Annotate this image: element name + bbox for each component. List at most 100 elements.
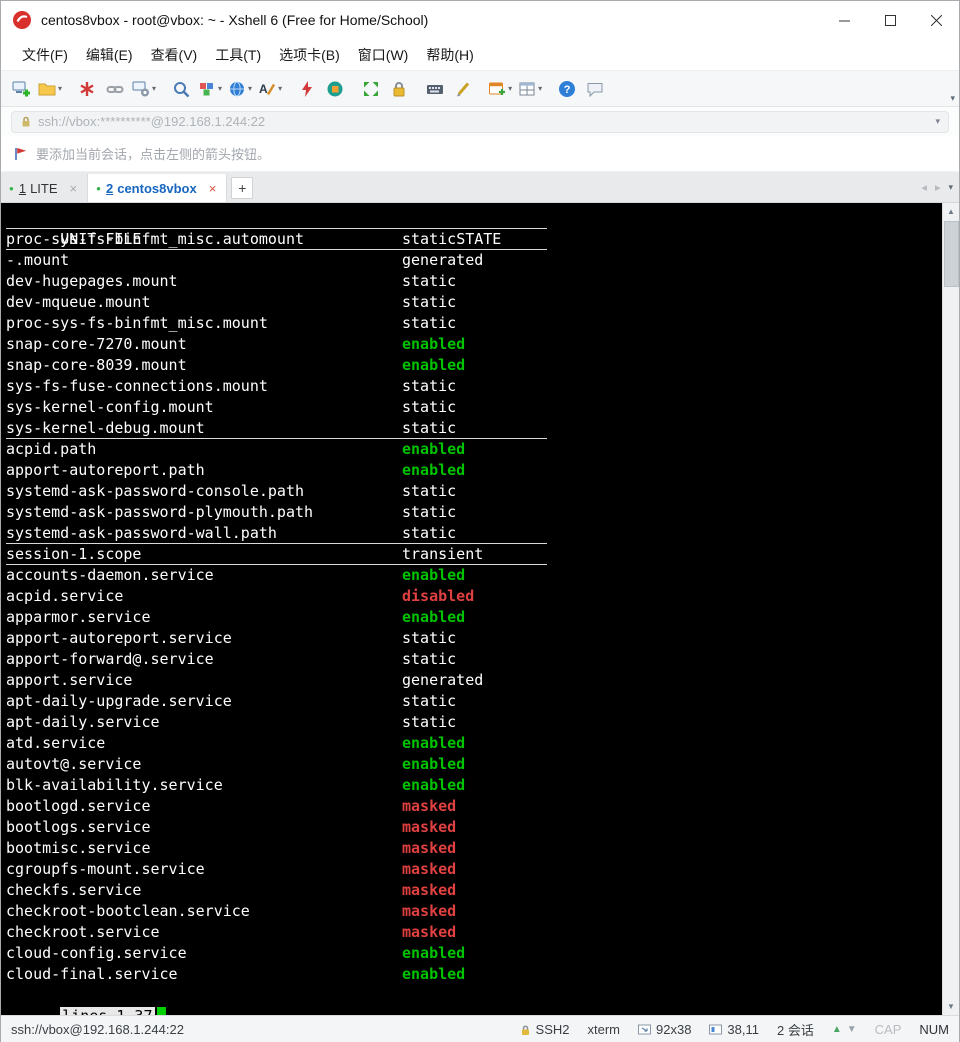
encoding-button[interactable]: ▾ <box>225 75 255 103</box>
quick-commands-button[interactable] <box>293 75 321 103</box>
unit-file-name: autovt@.service <box>6 754 402 775</box>
terminal-cursor <box>157 1007 166 1015</box>
terminal-row: bootlogd.servicemasked <box>6 796 547 817</box>
menu-window[interactable]: 窗口(W) <box>349 41 418 69</box>
session-properties-button[interactable]: ▾ <box>129 75 159 103</box>
unit-state: generated <box>402 671 483 689</box>
unit-file-name: apt-daily.service <box>6 712 402 733</box>
info-flag-icon <box>13 146 28 161</box>
tab-centos8vbox[interactable]: ● 2 centos8vbox × <box>88 174 227 202</box>
unit-file-name: cgroupfs-mount.service <box>6 859 402 880</box>
unit-state: masked <box>402 902 456 920</box>
unit-state: masked <box>402 818 456 836</box>
tab-lite[interactable]: ● 1 LITE × <box>1 174 88 202</box>
address-input[interactable] <box>38 114 935 129</box>
terminal-row: proc-sys-fs-binfmt_misc.mountstatic <box>6 313 547 334</box>
address-bar[interactable]: ▾ <box>11 111 949 133</box>
font-button[interactable]: A ▾ <box>255 75 285 103</box>
status-screen-size: 92x38 <box>638 1022 691 1037</box>
address-dropdown-icon[interactable]: ▾ <box>935 116 940 127</box>
caret-down-icon: ▾ <box>218 85 222 93</box>
terminal-row: systemd-ask-password-console.pathstatic <box>6 481 547 502</box>
tab-scroll-left-icon[interactable]: ◂ <box>921 181 927 194</box>
help-button[interactable]: ? <box>553 75 581 103</box>
info-bar: 要添加当前会话，点击左侧的箭头按钮。 <box>1 136 959 172</box>
minimize-button[interactable] <box>821 1 867 39</box>
tab-list-dropdown-icon[interactable]: ▾ <box>948 182 953 193</box>
scrollbar-down-icon[interactable]: ▼ <box>943 998 959 1015</box>
terminal-row: snap-core-7270.mountenabled <box>6 334 547 355</box>
unit-file-name: proc-sys-fs-binfmt_misc.automount <box>6 229 402 250</box>
menu-tabs[interactable]: 选项卡(B) <box>270 41 349 69</box>
unit-state: static <box>402 230 456 248</box>
unit-file-name: bootlogs.service <box>6 817 402 838</box>
new-tab-button[interactable]: + <box>231 177 253 199</box>
unit-file-name: checkroot-bootclean.service <box>6 901 402 922</box>
address-bar-row: ▾ <box>1 107 959 136</box>
terminal-row: apport-forward@.servicestatic <box>6 649 547 670</box>
unit-state: enabled <box>402 776 465 794</box>
unit-file-name: apport-forward@.service <box>6 649 402 670</box>
unit-file-name: dev-hugepages.mount <box>6 271 402 292</box>
scrollbar-up-icon[interactable]: ▲ <box>943 203 959 220</box>
close-button[interactable] <box>913 1 959 39</box>
tab-color-button[interactable]: ▾ <box>195 75 225 103</box>
arrow-down-icon[interactable]: ▼ <box>847 1024 857 1035</box>
menu-file[interactable]: 文件(F) <box>13 41 77 69</box>
cursor-position-icon <box>709 1024 722 1036</box>
terminal-row: cloud-config.serviceenabled <box>6 943 547 964</box>
unit-state: masked <box>402 860 456 878</box>
terminal-rows: proc-sys-fs-binfmt_misc.automountstatic-… <box>6 229 547 985</box>
window-controls <box>821 1 959 39</box>
tab-label: centos8vbox <box>117 181 196 196</box>
unit-file-name: accounts-daemon.service <box>6 565 402 586</box>
menu-view[interactable]: 查看(V) <box>142 41 207 69</box>
file-transfer-button[interactable] <box>321 75 349 103</box>
new-session-button[interactable] <box>7 75 35 103</box>
unit-state: static <box>402 503 456 521</box>
tab-close-icon[interactable]: × <box>68 181 80 196</box>
tab-scroll-right-icon[interactable]: ▸ <box>935 181 941 194</box>
status-terminal-type: xterm <box>588 1022 621 1037</box>
terminal-scrollbar[interactable]: ▲ ▼ <box>942 203 959 1015</box>
tab-number: 2 <box>106 181 113 196</box>
terminal[interactable]: UNIT FILESTATE proc-sys-fs-binfmt_misc.a… <box>1 203 959 1015</box>
red-asterisk-icon <box>78 80 96 98</box>
toolbar-overflow-icon[interactable]: ▾ <box>950 93 955 104</box>
lock-screen-button[interactable] <box>385 75 413 103</box>
menu-bar: 文件(F) 编辑(E) 查看(V) 工具(T) 选项卡(B) 窗口(W) 帮助(… <box>1 39 959 71</box>
info-bar-message: 要添加当前会话，点击左侧的箭头按钮。 <box>36 144 270 163</box>
tab-close-icon[interactable]: × <box>207 181 219 196</box>
tile-layout-button[interactable]: ▾ <box>515 75 545 103</box>
unit-file-name: atd.service <box>6 733 402 754</box>
feedback-button[interactable] <box>581 75 609 103</box>
virtual-keyboard-button[interactable] <box>421 75 449 103</box>
ssh-lock-icon <box>520 1024 531 1036</box>
terminal-row: sys-kernel-debug.mountstatic <box>6 418 547 439</box>
arrow-up-icon[interactable]: ▲ <box>832 1024 842 1035</box>
menu-tools[interactable]: 工具(T) <box>206 41 270 69</box>
menu-edit[interactable]: 编辑(E) <box>77 41 142 69</box>
session-manager-button[interactable] <box>73 75 101 103</box>
disconnect-button[interactable] <box>101 75 129 103</box>
unit-file-name: apport-autoreport.service <box>6 628 402 649</box>
unit-state: static <box>402 272 456 290</box>
open-session-button[interactable]: ▾ <box>35 75 65 103</box>
terminal-row: bootmisc.servicemasked <box>6 838 547 859</box>
session-connected-dot-icon: ● <box>9 184 14 193</box>
new-window-button[interactable]: ▾ <box>485 75 515 103</box>
unit-state: generated <box>402 251 483 269</box>
unit-file-name: snap-core-8039.mount <box>6 355 402 376</box>
scrollbar-thumb[interactable] <box>944 221 959 287</box>
highlight-button[interactable] <box>449 75 477 103</box>
terminal-output: UNIT FILESTATE proc-sys-fs-binfmt_misc.a… <box>1 208 547 1006</box>
keyboard-icon <box>426 80 444 98</box>
fullscreen-button[interactable] <box>357 75 385 103</box>
menu-help[interactable]: 帮助(H) <box>417 41 482 69</box>
find-button[interactable] <box>167 75 195 103</box>
unit-file-name: proc-sys-fs-binfmt_misc.mount <box>6 313 402 334</box>
terminal-row: sys-kernel-config.mountstatic <box>6 397 547 418</box>
globe-icon <box>228 80 246 98</box>
unit-file-name: snap-core-7270.mount <box>6 334 402 355</box>
maximize-button[interactable] <box>867 1 913 39</box>
